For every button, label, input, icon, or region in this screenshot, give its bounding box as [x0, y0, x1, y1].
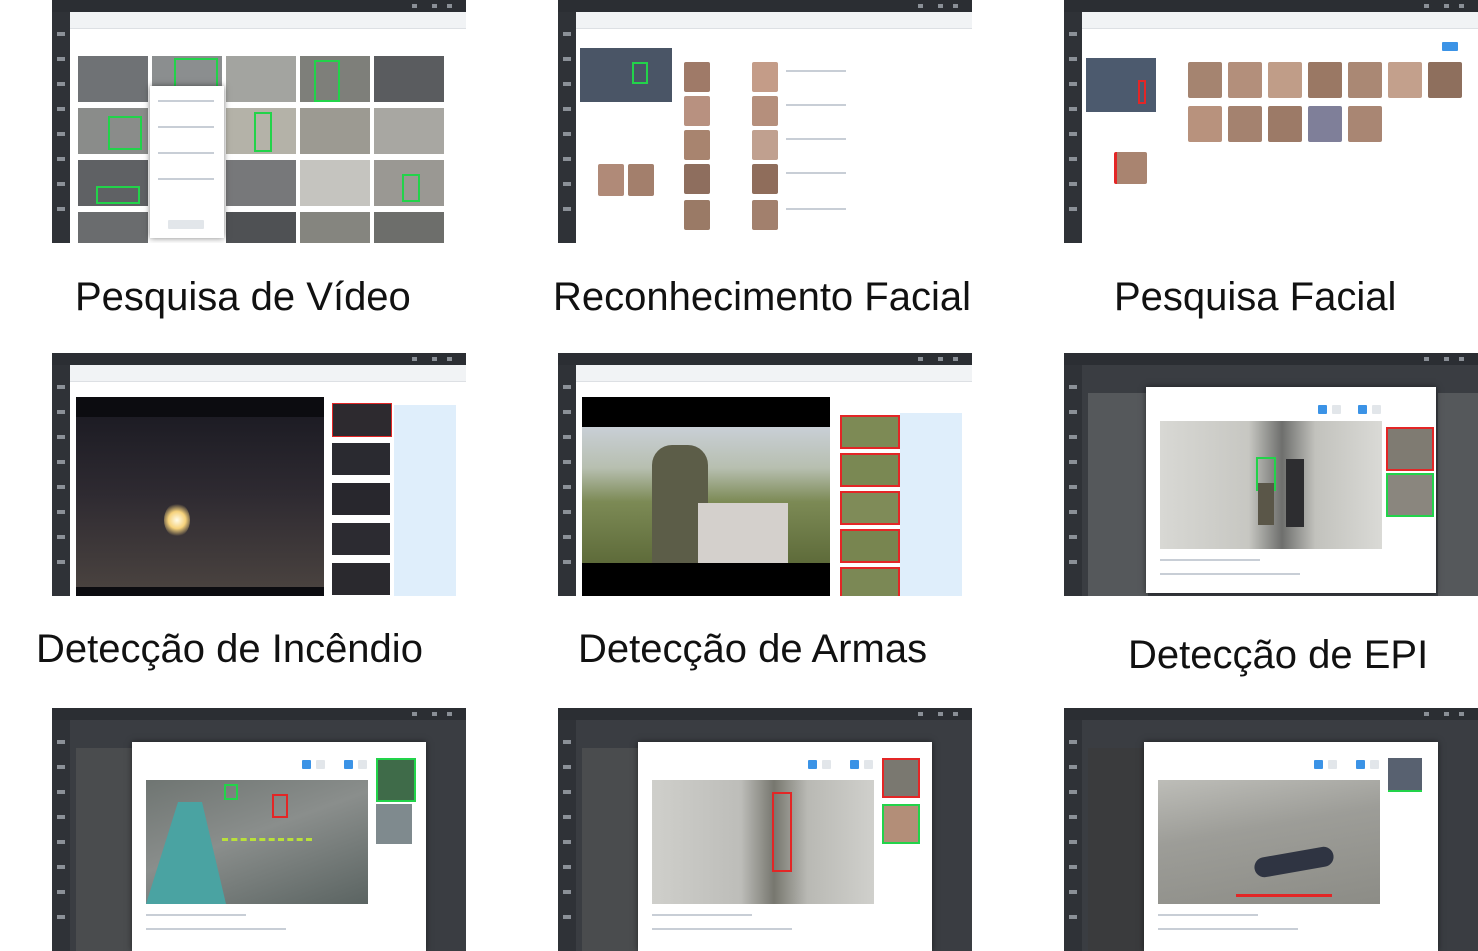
- app-sidebar: [52, 720, 70, 951]
- line-crossing-detection-screenshot[interactable]: [52, 708, 466, 951]
- app-title-bar: [52, 353, 466, 365]
- caption-face-recognition: Reconhecimento Facial: [553, 275, 971, 319]
- weapon-detection-screenshot[interactable]: [558, 353, 972, 596]
- caption-fire-detection: Detecção de Incêndio: [36, 627, 423, 671]
- fall-video-frame: [1158, 780, 1380, 904]
- app-sidebar: [558, 12, 576, 243]
- face-recognition-screenshot[interactable]: [558, 0, 972, 243]
- search-toolbar: [70, 12, 466, 29]
- search-button[interactable]: [1442, 42, 1458, 51]
- caption-ppe-detection: Detecção de EPI: [1128, 633, 1429, 677]
- face-search-screenshot[interactable]: [1064, 0, 1478, 243]
- corridor-video-frame: [652, 780, 874, 904]
- app-title-bar: [52, 0, 466, 12]
- fall-detection-screenshot[interactable]: [1064, 708, 1478, 951]
- app-sidebar: [558, 720, 576, 951]
- event-dialog[interactable]: [1144, 742, 1438, 951]
- matched-face-thumbnail: [628, 164, 654, 196]
- fire-flame: [164, 503, 190, 537]
- app-sidebar: [52, 365, 70, 596]
- app-title-bar: [1064, 353, 1478, 365]
- app-title-bar: [1064, 708, 1478, 720]
- app-sidebar: [558, 365, 576, 596]
- recognition-toolbar: [576, 12, 972, 29]
- matched-face-thumbnail: [598, 164, 624, 196]
- caption-face-search: Pesquisa Facial: [1114, 275, 1397, 319]
- app-sidebar: [52, 12, 70, 243]
- app-sidebar: [1064, 720, 1082, 951]
- app-title-bar: [558, 708, 972, 720]
- event-list[interactable]: [394, 405, 456, 596]
- event-list[interactable]: [900, 413, 962, 596]
- event-dialog[interactable]: [638, 742, 932, 951]
- app-title-bar: [52, 708, 466, 720]
- event-toolbar: [70, 365, 466, 382]
- live-camera-view: [580, 48, 672, 102]
- event-dialog[interactable]: [132, 742, 426, 951]
- video-result-grid: [78, 56, 454, 243]
- video-search-screenshot[interactable]: [52, 0, 466, 243]
- face-search-toolbar: [1082, 12, 1478, 29]
- caption-weapon-detection: Detecção de Armas: [578, 627, 928, 671]
- fire-detection-screenshot[interactable]: [52, 353, 466, 596]
- ppe-event-dialog[interactable]: [1146, 387, 1436, 593]
- app-title-bar: [1064, 0, 1478, 12]
- app-title-bar: [558, 353, 972, 365]
- query-face-image: [1114, 152, 1147, 184]
- event-toolbar: [576, 365, 972, 382]
- person-detection-screenshot[interactable]: [558, 708, 972, 951]
- ppe-detection-screenshot[interactable]: [1064, 353, 1478, 596]
- app-title-bar: [558, 0, 972, 12]
- app-sidebar: [1064, 12, 1082, 243]
- caption-video-search: Pesquisa de Vídeo: [75, 275, 411, 319]
- app-sidebar: [1064, 365, 1082, 596]
- search-filter-dialog[interactable]: [150, 86, 224, 238]
